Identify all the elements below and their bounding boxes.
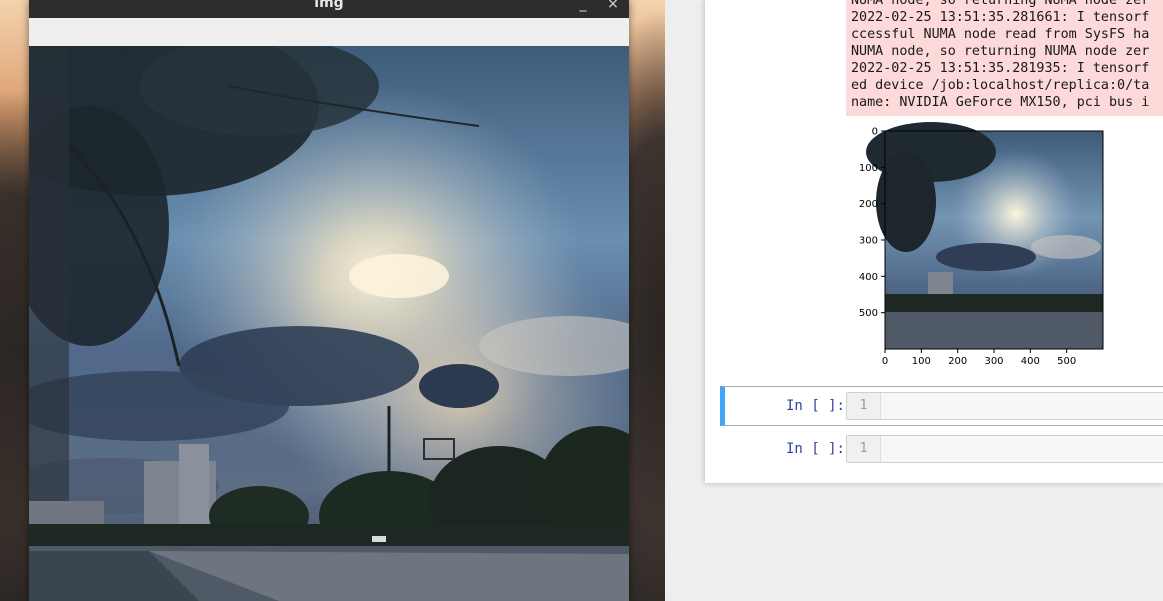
matplotlib-image-output: 0 100 200 300 400 500 0 100 200 300 400 500 <box>846 122 1163 372</box>
y-tick-label: 300 <box>859 236 878 247</box>
y-tick-label: 100 <box>859 163 878 174</box>
stderr-line: name: NVIDIA GeForce MX150, pci bus i <box>851 95 1150 110</box>
window-title: img <box>314 0 344 11</box>
code-input[interactable]: 1 <box>846 435 1163 463</box>
close-button[interactable]: × <box>605 0 621 14</box>
minimize-button[interactable]: _ <box>575 0 591 14</box>
x-tick-label: 100 <box>912 356 931 367</box>
x-tick-label: 200 <box>948 356 967 367</box>
y-tick-label: 200 <box>859 199 878 210</box>
image-viewer-window[interactable]: img _ × <box>29 0 629 601</box>
stderr-line: NUMA node, so returning NUMA node zer <box>851 0 1150 8</box>
stderr-line: ed device /job:localhost/replica:0/ta <box>851 78 1150 93</box>
stderr-output: NUMA node, so returning NUMA node zer 20… <box>846 0 1163 116</box>
plot-image <box>866 122 1104 350</box>
x-tick-label: 300 <box>984 356 1003 367</box>
stderr-line: 2022-02-25 13:51:35.281661: I tensorf <box>851 10 1150 25</box>
x-tick-label: 500 <box>1057 356 1076 367</box>
window-titlebar[interactable]: img _ × <box>29 0 629 18</box>
stderr-line: ccessful NUMA node read from SysFS ha <box>851 27 1150 42</box>
line-number: 1 <box>847 393 881 419</box>
input-prompt: In [ ]: <box>785 441 845 457</box>
y-tick-label: 500 <box>859 308 878 319</box>
input-prompt: In [ ]: <box>785 398 845 414</box>
close-icon: × <box>607 0 619 12</box>
stderr-line: NUMA node, so returning NUMA node zer <box>851 44 1150 59</box>
sky-photo <box>29 46 629 601</box>
minimize-icon: _ <box>579 0 587 12</box>
viewer-toolbar <box>29 18 629 46</box>
line-number: 1 <box>847 436 881 462</box>
code-cell-selected[interactable]: In [ ]: 1 <box>720 386 1163 426</box>
code-cell[interactable]: In [ ]: 1 <box>720 430 1163 470</box>
x-tick-label: 0 <box>882 356 888 367</box>
code-input[interactable]: 1 <box>846 392 1163 420</box>
y-tick-label: 0 <box>872 127 878 138</box>
stderr-line: 2022-02-25 13:51:35.281935: I tensorf <box>851 61 1150 76</box>
x-tick-label: 400 <box>1021 356 1040 367</box>
y-tick-label: 400 <box>859 272 878 283</box>
